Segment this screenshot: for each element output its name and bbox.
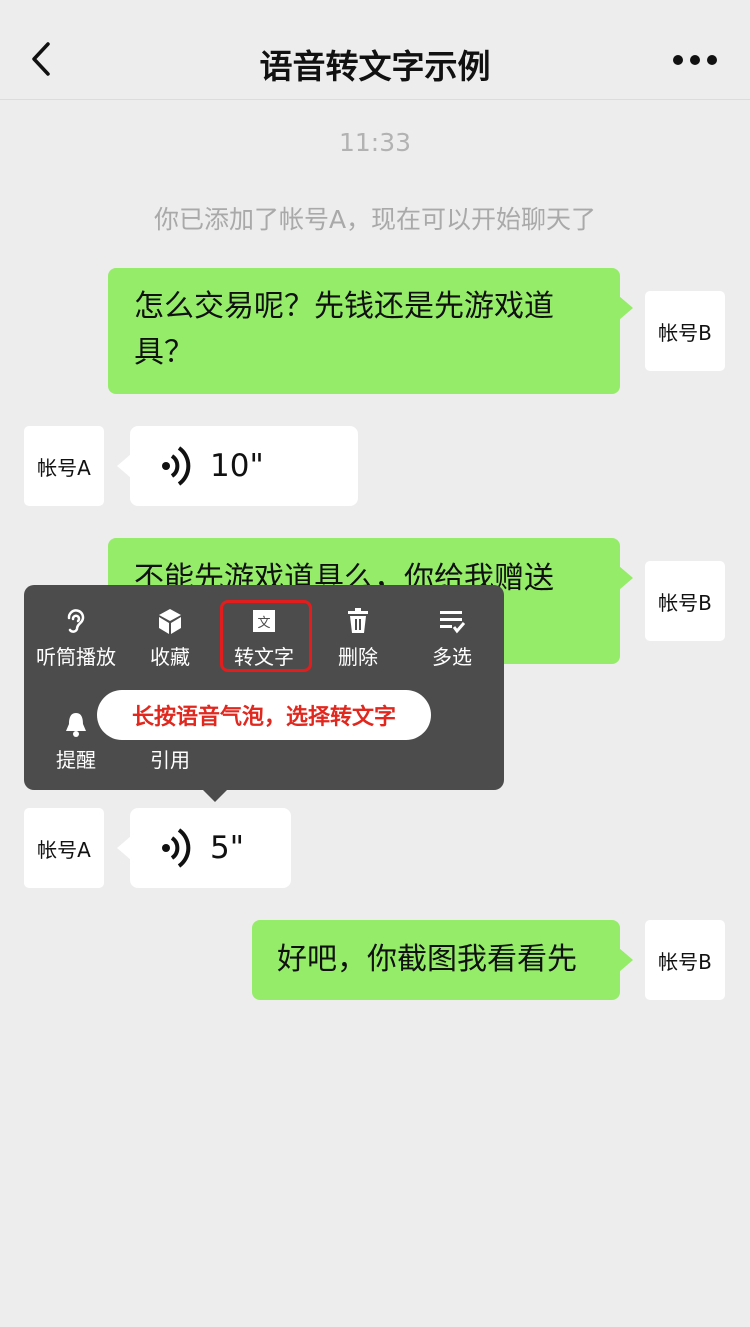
voice-duration: 5" [210,830,244,866]
avatar[interactable]: 帐号A [24,426,104,506]
list-check-icon [440,611,465,634]
message-text: 怎么交易呢？先钱还是先游戏道具？ [134,289,554,370]
more-dots-icon [673,55,717,65]
menu-item-multiselect[interactable]: 多选 [405,607,499,670]
system-notice: 你已添加了帐号A，现在可以开始聊天了 [153,205,597,234]
more-button[interactable] [672,50,718,70]
instruction-tip: 长按语音气泡，选择转文字 [97,690,431,740]
avatar[interactable]: 帐号B [645,561,725,641]
menu-item-favorite[interactable]: 收藏 [123,607,217,670]
voice-wave-icon [162,446,191,486]
avatar-label: 帐号B [658,320,712,345]
voice-bubble[interactable]: 5" [117,808,291,888]
avatar[interactable]: 帐号B [645,920,725,1000]
avatar-label: 帐号B [658,949,712,974]
menu-item-delete[interactable]: 删除 [311,607,405,670]
ear-icon [67,609,85,633]
avatar[interactable]: 帐号A [24,808,104,888]
avatar-label: 帐号B [658,590,712,615]
message-bubble[interactable]: 好吧，你截图我看看先 [252,920,633,1000]
voice-duration: 10" [210,448,264,484]
bell-icon [66,713,86,737]
timestamp: 11:33 [338,128,412,157]
chat-header: 语音转文字示例 [0,0,750,100]
voice-wave-icon [162,828,191,868]
voice-bubble[interactable]: 10" [117,426,358,506]
avatar[interactable]: 帐号B [645,291,725,371]
cube-icon [159,609,181,634]
speech-to-text-highlight [220,600,312,672]
page-title: 语音转文字示例 [259,47,491,86]
avatar-label: 帐号A [37,837,91,862]
trash-icon [348,608,368,633]
avatar-label: 帐号A [37,455,91,480]
menu-item-earpiece[interactable]: 听筒播放 [29,607,123,670]
message-text: 好吧，你截图我看看先 [277,942,577,977]
message-bubble[interactable]: 怎么交易呢？先钱还是先游戏道具？ [108,268,633,394]
